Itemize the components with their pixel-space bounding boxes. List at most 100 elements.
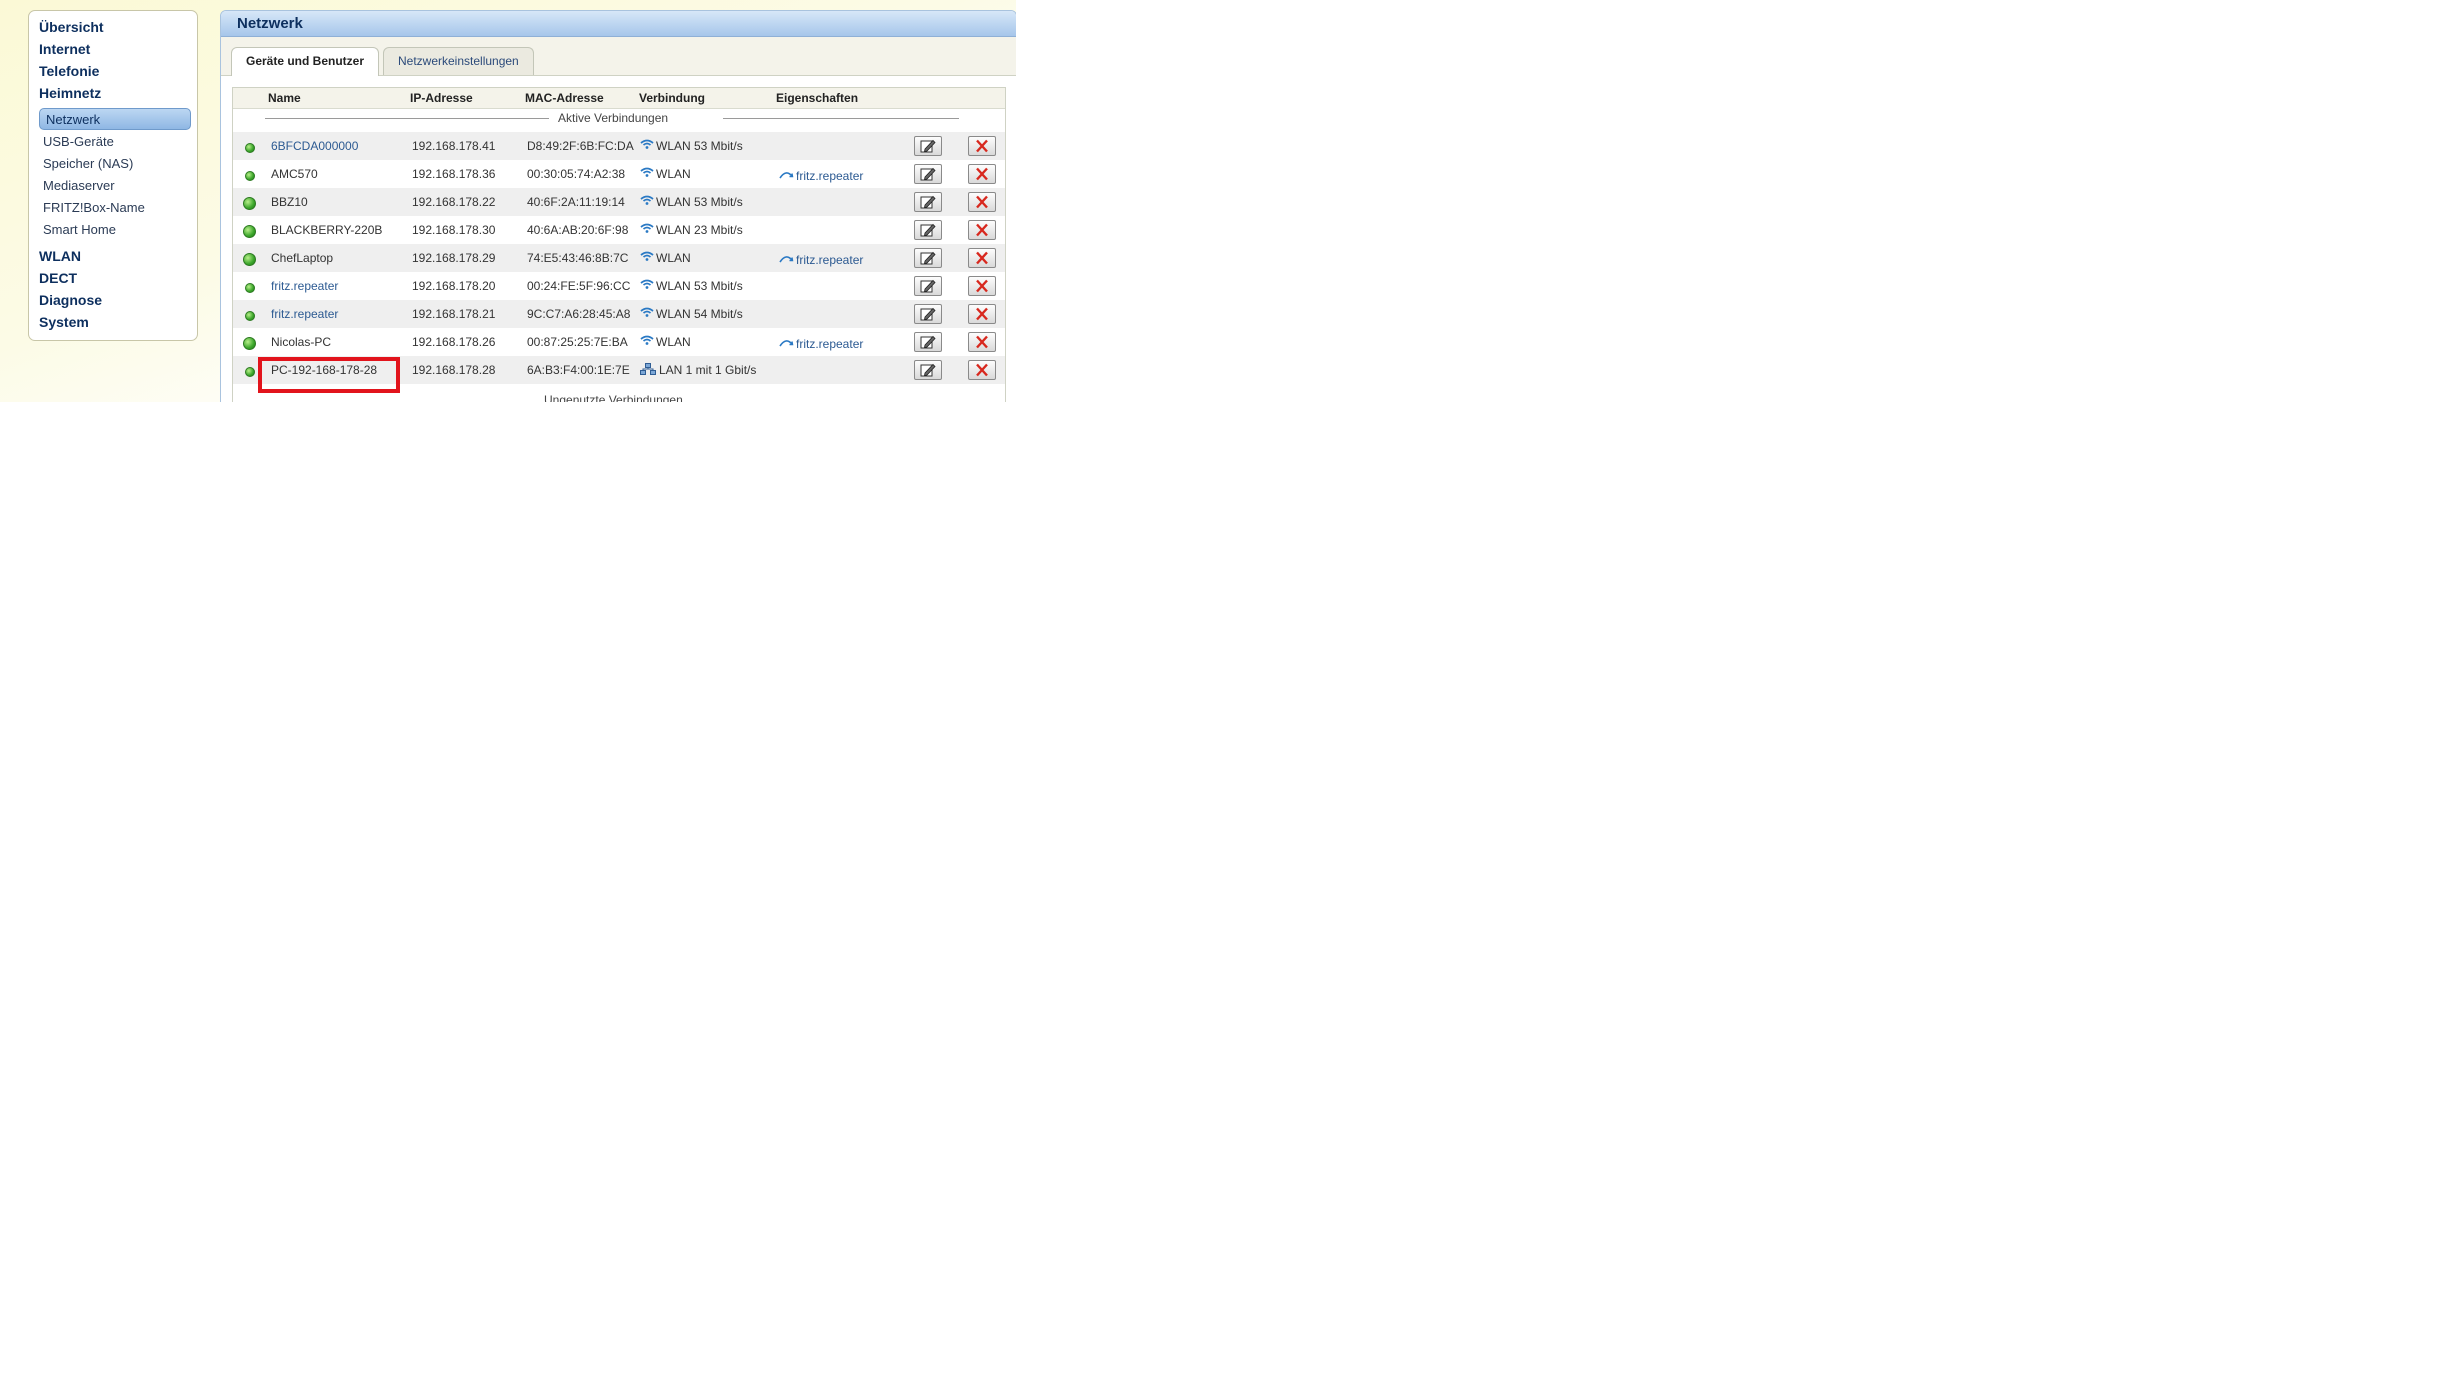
repeater-link[interactable]: fritz.repeater [796, 253, 863, 267]
device-name[interactable]: ChefLaptop [271, 251, 333, 265]
repeater-property: fritz.repeater [779, 337, 863, 351]
edit-button[interactable] [914, 276, 942, 296]
mac-address: 40:6F:2A:11:19:14 [527, 195, 625, 209]
device-name[interactable]: fritz.repeater [271, 307, 338, 321]
tab-geraete-und-benutzer[interactable]: Geräte und Benutzer [231, 47, 380, 76]
header-ip[interactable]: IP-Adresse [410, 91, 473, 105]
nav-diagnose[interactable]: Diagnose [39, 291, 102, 309]
nav-speicher-nas[interactable]: Speicher (NAS) [43, 155, 133, 173]
edit-button[interactable] [914, 164, 942, 184]
device-table: Name IP-Adresse MAC-Adresse Verbindung E… [232, 87, 1006, 402]
device-name[interactable]: BLACKBERRY-220B [271, 223, 382, 237]
delete-button[interactable] [968, 276, 996, 296]
edit-button[interactable] [914, 360, 942, 380]
mac-address: 40:6A:AB:20:6F:98 [527, 223, 629, 237]
page-title: Netzwerk [221, 11, 1016, 37]
connection-cell: LAN 1 mit 1 Gbit/s [640, 363, 756, 377]
connection-text: LAN 1 mit 1 Gbit/s [659, 363, 757, 377]
header-mac[interactable]: MAC-Adresse [525, 91, 604, 105]
wifi-icon [640, 279, 654, 289]
status-online-icon [243, 197, 256, 210]
connection-cell: WLAN [640, 251, 691, 265]
tab-netzwerkeinstellungen[interactable]: Netzwerkeinstellungen [383, 47, 534, 75]
delete-button[interactable] [968, 136, 996, 156]
nav-system[interactable]: System [39, 313, 89, 331]
edit-button[interactable] [914, 248, 942, 268]
nav-usb-geraete[interactable]: USB-Geräte [43, 133, 114, 151]
device-name[interactable]: BBZ10 [271, 195, 308, 209]
edit-button[interactable] [914, 304, 942, 324]
nav-mediaserver[interactable]: Mediaserver [43, 177, 115, 195]
status-online-icon [243, 225, 256, 238]
mac-address: D8:49:2F:6B:FC:DA [527, 139, 634, 153]
ip-address: 192.168.178.29 [412, 251, 496, 265]
section-label: Aktive Verbindungen [558, 111, 669, 125]
connection-text: WLAN [656, 335, 691, 349]
delete-button[interactable] [968, 192, 996, 212]
edit-button[interactable] [914, 136, 942, 156]
nav-netzwerk[interactable]: Netzwerk [39, 108, 191, 130]
connection-text: WLAN 53 Mbit/s [656, 279, 743, 293]
repeater-icon [779, 340, 794, 347]
delete-button[interactable] [968, 304, 996, 324]
delete-button[interactable] [968, 220, 996, 240]
wifi-icon [640, 139, 654, 149]
device-name[interactable]: 6BFCDA000000 [271, 139, 358, 153]
table-row[interactable]: fritz.repeater 192.168.178.21 9C:C7:A6:28:… [233, 300, 1005, 328]
edit-button[interactable] [914, 332, 942, 352]
ip-address: 192.168.178.22 [412, 195, 496, 209]
header-verbindung[interactable]: Verbindung [639, 91, 705, 105]
nav-telefonie[interactable]: Telefonie [39, 62, 99, 80]
wifi-icon [640, 195, 654, 205]
repeater-link[interactable]: fritz.repeater [796, 169, 863, 183]
lan-icon [640, 363, 656, 375]
tab-bar: Geräte und Benutzer Netzwerkeinstellunge… [221, 37, 1016, 76]
table-row[interactable]: Nicolas-PC 192.168.178.26 00:87:25:25:7E:B… [233, 328, 1005, 356]
nav-fritzbox-name[interactable]: FRITZ!Box-Name [43, 199, 145, 217]
highlight-box [258, 357, 400, 393]
status-online-icon [245, 171, 255, 181]
table-row[interactable]: BBZ10 192.168.178.22 40:6F:2A:11:19:14 WLAN… [233, 188, 1005, 216]
connection-cell: WLAN 53 Mbit/s [640, 139, 743, 153]
status-online-icon [245, 367, 255, 377]
mac-address: 74:E5:43:46:8B:7C [527, 251, 629, 265]
delete-button[interactable] [968, 332, 996, 352]
mac-address: 00:30:05:74:A2:38 [527, 167, 626, 181]
device-name[interactable]: fritz.repeater [271, 279, 338, 293]
nav-internet[interactable]: Internet [39, 40, 90, 58]
delete-button[interactable] [968, 164, 996, 184]
main-panel: Netzwerk Geräte und Benutzer Netzwerkein… [220, 10, 1016, 402]
nav-uebersicht[interactable]: Übersicht [39, 18, 104, 36]
wifi-icon [640, 223, 654, 233]
connection-text: WLAN 53 Mbit/s [656, 195, 743, 209]
wifi-icon [640, 307, 654, 317]
table-header: Name IP-Adresse MAC-Adresse Verbindung E… [233, 88, 1005, 109]
delete-button[interactable] [968, 360, 996, 380]
section-label: Ungenutzte Verbindungen [544, 393, 683, 402]
nav-dect[interactable]: DECT [39, 269, 77, 287]
status-online-icon [243, 337, 256, 350]
repeater-icon [779, 172, 794, 179]
fritzbox-screen: Übersicht Internet Telefonie Heimnetz Ne… [0, 0, 1016, 402]
device-name[interactable]: AMC570 [271, 167, 318, 181]
repeater-link[interactable]: fritz.repeater [796, 337, 863, 351]
nav-wlan[interactable]: WLAN [39, 247, 81, 265]
connection-cell: WLAN 53 Mbit/s [640, 195, 743, 209]
header-name[interactable]: Name [268, 91, 301, 105]
delete-button[interactable] [968, 248, 996, 268]
edit-button[interactable] [914, 192, 942, 212]
sidebar-menu: Übersicht Internet Telefonie Heimnetz Ne… [28, 10, 198, 341]
connection-text: WLAN [656, 251, 691, 265]
table-row[interactable]: 6BFCDA000000 192.168.178.41 D8:49:2F:6B:FC… [233, 132, 1005, 160]
device-name[interactable]: Nicolas-PC [271, 335, 331, 349]
table-row[interactable]: BLACKBERRY-220B 192.168.178.30 40:6A:AB:20… [233, 216, 1005, 244]
table-row[interactable]: fritz.repeater 192.168.178.20 00:24:FE:5F:… [233, 272, 1005, 300]
status-online-icon [245, 311, 255, 321]
mac-address: 9C:C7:A6:28:45:A8 [527, 307, 631, 321]
nav-heimnetz[interactable]: Heimnetz [39, 84, 101, 102]
edit-button[interactable] [914, 220, 942, 240]
table-row[interactable]: AMC570 192.168.178.36 00:30:05:74:A2:38 WLA… [233, 160, 1005, 188]
repeater-property: fritz.repeater [779, 253, 863, 267]
nav-smart-home[interactable]: Smart Home [43, 221, 116, 239]
table-row[interactable]: ChefLaptop 192.168.178.29 74:E5:43:46:8B:7… [233, 244, 1005, 272]
